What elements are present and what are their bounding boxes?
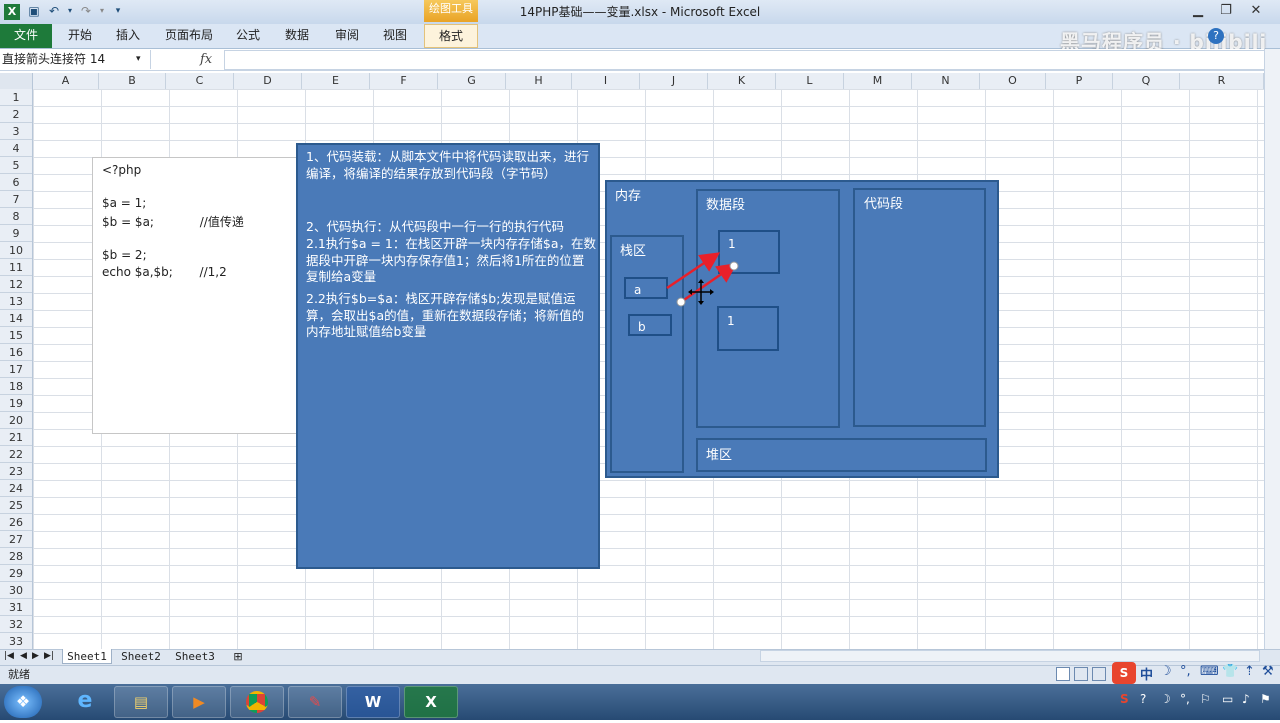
tray-display-icon[interactable]: ▭ bbox=[1222, 692, 1233, 706]
status-bar bbox=[0, 665, 1280, 685]
sheet-tab-sheet1[interactable]: Sheet1 bbox=[62, 649, 112, 664]
sheet-nav-prev-icon[interactable]: ◀ bbox=[20, 649, 27, 664]
ime-chinese-mode-icon[interactable]: 中 bbox=[1140, 664, 1153, 683]
normal-view-icon[interactable] bbox=[1056, 667, 1070, 681]
tray-network-icon[interactable]: ⚐ bbox=[1200, 692, 1211, 706]
recorder-app-icon[interactable]: ✎ bbox=[288, 686, 342, 718]
tray-help-icon[interactable]: ? bbox=[1140, 692, 1146, 706]
tray-punct-icon[interactable]: °, bbox=[1180, 692, 1190, 706]
connector-handle[interactable] bbox=[729, 261, 739, 271]
pointer-arrows bbox=[666, 252, 739, 307]
ime-moon-icon[interactable]: ☽ bbox=[1160, 664, 1172, 679]
media-player-icon[interactable]: ▶ bbox=[172, 686, 226, 718]
tray-volume-icon[interactable]: ♪ bbox=[1242, 692, 1250, 706]
sheet-tab-sheet2[interactable]: Sheet2 bbox=[116, 649, 166, 664]
sheet-tab-sheet3[interactable]: Sheet3 bbox=[170, 649, 220, 664]
insert-sheet-icon[interactable]: ⊞ bbox=[228, 649, 248, 664]
ime-tools-icon[interactable]: ⚒ bbox=[1262, 664, 1274, 679]
ime-keyboard-icon[interactable]: ⌨ bbox=[1200, 664, 1219, 679]
ime-skin-icon[interactable]: 👕 bbox=[1222, 664, 1238, 679]
file-explorer-icon[interactable]: ▤ bbox=[114, 686, 168, 718]
tray-sogou-icon[interactable]: S bbox=[1120, 692, 1129, 706]
sheet-nav-next-icon[interactable]: ▶ bbox=[32, 649, 39, 664]
sheet-nav-last-icon[interactable]: ▶| bbox=[44, 649, 54, 664]
excel-taskbar-icon[interactable]: X bbox=[404, 686, 458, 718]
start-button[interactable]: ❖ bbox=[4, 686, 42, 718]
page-break-view-icon[interactable] bbox=[1092, 667, 1106, 681]
sogou-ime-icon[interactable]: S bbox=[1112, 662, 1136, 684]
ime-punctuation-icon[interactable]: °, bbox=[1180, 664, 1191, 679]
status-ready: 就绪 bbox=[8, 668, 30, 681]
page-layout-view-icon[interactable] bbox=[1074, 667, 1088, 681]
arrow-b-to-value[interactable] bbox=[680, 263, 738, 304]
word-icon[interactable]: W bbox=[346, 686, 400, 718]
chrome-browser-icon[interactable] bbox=[230, 686, 284, 718]
tray-flag-icon[interactable]: ⚑ bbox=[1260, 692, 1271, 706]
sheet-nav-first-icon[interactable]: |◀ bbox=[4, 649, 14, 664]
ie-browser-icon[interactable]: e bbox=[58, 686, 112, 718]
tray-moon-icon[interactable]: ☽ bbox=[1160, 692, 1171, 706]
connector-handle[interactable] bbox=[676, 297, 686, 307]
ime-arrow-icon[interactable]: ⇡ bbox=[1244, 664, 1255, 679]
horizontal-scrollbar[interactable] bbox=[760, 650, 1260, 662]
